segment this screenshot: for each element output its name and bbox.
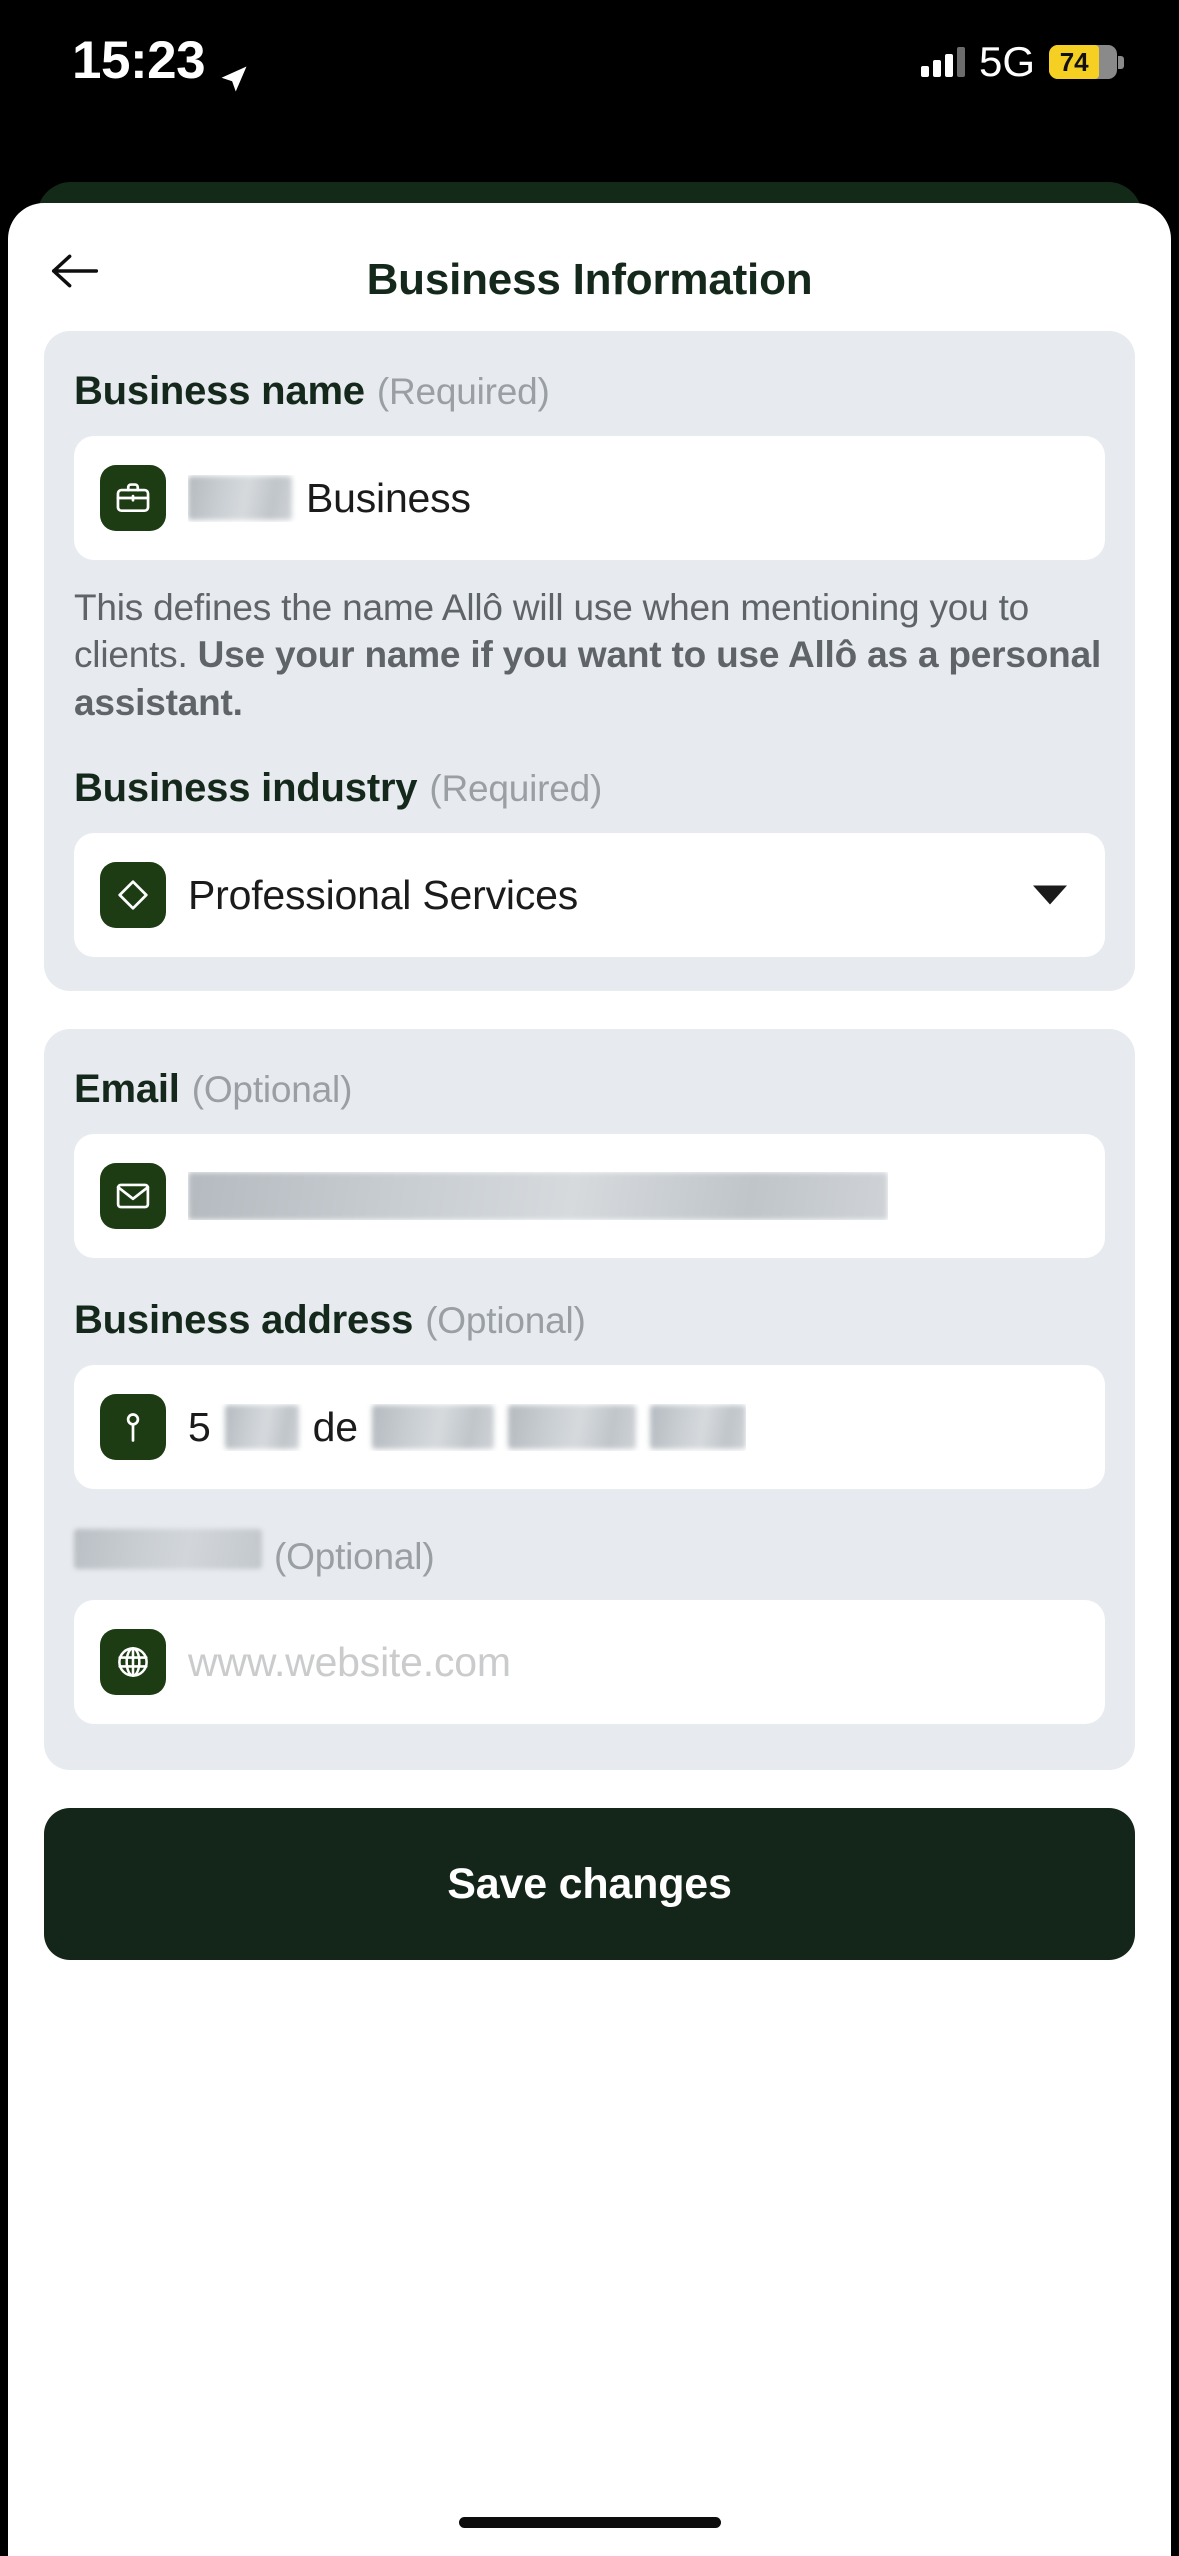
- address-part-1: 5: [188, 1403, 211, 1450]
- business-industry-label-text: Business industry: [74, 766, 418, 811]
- cellular-bars-icon: [920, 47, 965, 77]
- globe-icon: [100, 1629, 166, 1696]
- business-address-requirement: (Optional): [425, 1300, 586, 1342]
- business-industry-requirement: (Required): [429, 768, 603, 810]
- business-address-value: 5 de: [188, 1404, 746, 1451]
- business-industry-select[interactable]: Professional Services: [74, 833, 1105, 958]
- website-label: (Optional): [74, 1529, 1105, 1578]
- page-title: Business Information: [366, 255, 813, 304]
- email-requirement: (Optional): [191, 1069, 353, 1111]
- address-part-2: de: [312, 1403, 358, 1450]
- briefcase-icon: [100, 465, 166, 531]
- redacted-address-1: [224, 1405, 299, 1450]
- phone-screen: 15:23 5G 74 Business Information Busines…: [0, 0, 1179, 2556]
- contact-details-card: Email (Optional) Business address (Optio…: [44, 1029, 1135, 1771]
- website-input[interactable]: www.website.com: [74, 1600, 1105, 1725]
- status-time: 15:23: [72, 30, 249, 91]
- diamond-icon: [100, 862, 166, 929]
- business-industry-label: Business industry (Required): [74, 766, 1105, 811]
- business-name-value: Business: [188, 475, 471, 522]
- page-header: Business Information: [8, 203, 1171, 331]
- business-name-helper-text: This defines the name Allô will use when…: [74, 584, 1105, 726]
- caret-down-icon[interactable]: [1033, 885, 1067, 905]
- website-requirement: (Optional): [274, 1536, 435, 1578]
- email-value: [188, 1172, 888, 1221]
- modal-sheet: Business Information Business name (Requ…: [8, 203, 1171, 2556]
- business-name-label: Business name (Required): [74, 369, 1105, 414]
- website-placeholder: www.website.com: [188, 1638, 511, 1685]
- business-address-input[interactable]: 5 de: [74, 1365, 1105, 1490]
- redacted-address-4: [649, 1405, 746, 1450]
- envelope-icon: [100, 1163, 166, 1230]
- status-time-text: 15:23: [72, 31, 206, 90]
- location-pin-icon: [100, 1394, 166, 1461]
- location-arrow-icon: [219, 46, 249, 91]
- email-label-text: Email: [74, 1067, 180, 1112]
- battery-level-text: 74: [1059, 46, 1089, 77]
- redacted-email: [188, 1172, 888, 1221]
- business-industry-value: Professional Services: [188, 871, 579, 918]
- redacted-business-name: [188, 476, 292, 520]
- battery-indicator: 74: [1049, 45, 1124, 79]
- home-indicator: [458, 2517, 721, 2528]
- business-address-label: Business address (Optional): [74, 1298, 1105, 1343]
- status-bar: 15:23 5G 74: [0, 0, 1179, 185]
- save-changes-button[interactable]: Save changes: [44, 1808, 1135, 1961]
- business-name-requirement: (Required): [376, 371, 550, 412]
- business-address-label-text: Business address: [74, 1298, 414, 1343]
- network-label: 5G: [978, 38, 1035, 85]
- business-name-suffix: Business: [306, 474, 471, 521]
- email-input[interactable]: [74, 1134, 1105, 1259]
- business-name-label-text: Business name: [74, 369, 365, 413]
- redacted-address-3: [507, 1405, 636, 1450]
- redacted-address-2: [371, 1405, 494, 1450]
- redacted-website-label: [74, 1529, 262, 1570]
- status-right-cluster: 5G 74: [920, 38, 1124, 86]
- business-details-card: Business name (Required) Business This d…: [44, 331, 1135, 992]
- helper-text-bold: Use your name if you want to use Allô as…: [74, 634, 1102, 723]
- business-name-input[interactable]: Business: [74, 436, 1105, 560]
- email-label: Email (Optional): [74, 1067, 1105, 1112]
